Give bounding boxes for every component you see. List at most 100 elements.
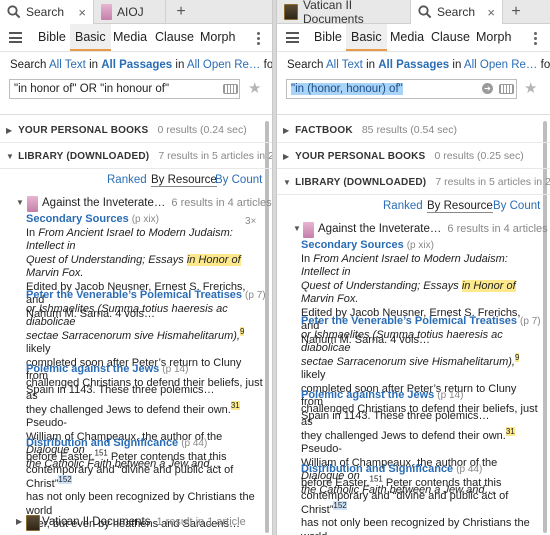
snippet-text: Peter contends that this bbox=[107, 450, 227, 463]
book-thumbnail-icon bbox=[303, 222, 314, 238]
snippet-text: before Easter. bbox=[26, 450, 95, 463]
snippet-text: 9 bbox=[239, 326, 245, 336]
tab-clause[interactable]: Clause bbox=[155, 24, 194, 51]
chevron-right-icon: ▶ bbox=[16, 517, 23, 526]
results-list[interactable]: ▶ YOUR PERSONAL BOOKS 0 results (0.24 se… bbox=[0, 117, 272, 535]
more-options-icon[interactable] bbox=[534, 32, 538, 47]
for-word: for bbox=[540, 59, 550, 71]
add-tab-button[interactable]: + bbox=[503, 0, 529, 24]
section-name: LIBRARY (DOWNLOADED) bbox=[18, 151, 150, 162]
tab-morph[interactable]: Morph bbox=[200, 24, 235, 51]
scope-all-passages[interactable]: All Passages bbox=[101, 59, 172, 71]
hit-page: (p 44) bbox=[181, 438, 208, 449]
star-icon[interactable]: ★ bbox=[524, 79, 537, 97]
hit-snippet-line: Quest of Understanding; Essays in Honor … bbox=[301, 279, 541, 307]
tab-label: Search bbox=[437, 5, 476, 19]
star-icon[interactable]: ★ bbox=[248, 79, 261, 97]
search-scope-line: Search All Text in All Passages in All O… bbox=[287, 59, 550, 71]
tab-bar: Vatican II Documents Search × + bbox=[277, 0, 550, 26]
close-icon[interactable]: × bbox=[78, 5, 86, 20]
book-thumbnail-icon bbox=[101, 4, 112, 20]
resource-group[interactable]: ▼ Against the Inveterate… 6 results in 4 … bbox=[0, 193, 272, 213]
right-pane: Vatican II Documents Search × + Bible Ba… bbox=[276, 0, 550, 535]
tab-media[interactable]: Media bbox=[113, 24, 147, 51]
snippet-text: 152 bbox=[333, 500, 347, 510]
section-name: LIBRARY (DOWNLOADED) bbox=[295, 177, 427, 188]
hit-snippet-line: Quest of Understanding; Essays in Honor … bbox=[26, 253, 266, 281]
tab-basic[interactable]: Basic bbox=[346, 24, 387, 51]
hits-container: Secondary Sources (p xix) In From Ancient … bbox=[277, 239, 550, 535]
group-count: 6 results in 4 articles bbox=[171, 197, 272, 209]
group-count: 1 result in 1 article bbox=[156, 516, 246, 528]
scope-all-text[interactable]: All Text bbox=[49, 59, 86, 71]
group-count: 6 results in 4 articles bbox=[447, 223, 548, 235]
scope-all-passages[interactable]: All Passages bbox=[378, 59, 449, 71]
hit-title-link[interactable]: Secondary Sources bbox=[26, 213, 129, 225]
results-list[interactable]: ▶ FACTBOOK 85 results (0.54 sec) ▶ YOUR … bbox=[277, 117, 550, 535]
sort-by-resource[interactable]: By Resource bbox=[151, 174, 217, 187]
section-personal-books[interactable]: ▶ YOUR PERSONAL BOOKS 0 results (0.25 se… bbox=[277, 143, 550, 169]
book-thumbnail-icon bbox=[27, 196, 38, 212]
hit-snippet-line: they challenged Jews to defend their own… bbox=[301, 426, 541, 457]
snippet-text: 151 bbox=[369, 473, 383, 483]
resource-group[interactable]: ▼ Against the Inveterate… 6 results in 4 … bbox=[277, 219, 550, 239]
hit-page: (p xix) bbox=[131, 214, 159, 225]
keyboard-icon[interactable] bbox=[499, 84, 514, 94]
resource-group[interactable]: ▶ Vatican II Documents 1 result in 1 arti… bbox=[0, 512, 260, 532]
close-icon[interactable]: × bbox=[487, 5, 495, 20]
chevron-right-icon: ▶ bbox=[6, 126, 13, 135]
section-library[interactable]: ▼ LIBRARY (DOWNLOADED) 7 results in 5 ar… bbox=[277, 169, 550, 195]
snippet-text: From Ancient Israel to Modern Judaism: I… bbox=[301, 252, 508, 279]
hit-snippet-line: challenged Christians to defend their be… bbox=[301, 403, 541, 430]
tab-bible[interactable]: Bible bbox=[314, 24, 342, 51]
section-personal-books[interactable]: ▶ YOUR PERSONAL BOOKS 0 results (0.24 se… bbox=[0, 117, 272, 143]
tab-search[interactable]: Search × bbox=[0, 0, 94, 24]
go-arrow-icon[interactable]: ➔ bbox=[482, 83, 493, 94]
hit-snippet-line: before Easter.151 Peter contends that th… bbox=[301, 473, 541, 491]
scope-collection[interactable]: All Open Re… bbox=[464, 59, 538, 71]
tab-aioj[interactable]: AIOJ bbox=[94, 0, 166, 24]
more-options-icon[interactable] bbox=[257, 32, 261, 47]
snippet-text: From Ancient Israel to Modern Judaism: I… bbox=[26, 226, 233, 253]
tab-vatican-ii[interactable]: Vatican II Documents bbox=[277, 0, 411, 26]
snippet-text: they challenged Jews to defend their own… bbox=[26, 403, 231, 416]
hit-title-link[interactable]: Secondary Sources bbox=[301, 239, 404, 251]
tab-clause[interactable]: Clause bbox=[431, 24, 470, 51]
hit-page: (p 7) bbox=[245, 290, 266, 301]
sort-ranked[interactable]: Ranked bbox=[383, 200, 423, 212]
section-name: YOUR PERSONAL BOOKS bbox=[295, 151, 426, 162]
add-tab-button[interactable]: + bbox=[168, 0, 194, 24]
hit-title-link[interactable]: Peter the Venerable’s Polemical Treatise… bbox=[301, 315, 517, 327]
in-word: in bbox=[366, 59, 376, 71]
sort-ranked[interactable]: Ranked bbox=[107, 174, 147, 186]
search-hit[interactable]: Distribution and Significance (p 44) befor… bbox=[301, 463, 541, 535]
keyboard-icon[interactable] bbox=[223, 84, 238, 94]
scope-collection[interactable]: All Open Re… bbox=[187, 59, 261, 71]
tab-media[interactable]: Media bbox=[390, 24, 424, 51]
scope-all-text[interactable]: All Text bbox=[326, 59, 363, 71]
tab-bible[interactable]: Bible bbox=[38, 24, 66, 51]
section-count: 85 results (0.54 sec) bbox=[361, 124, 457, 136]
section-library[interactable]: ▼ LIBRARY (DOWNLOADED) 7 results in 5 ar… bbox=[0, 143, 272, 169]
search-input[interactable]: "in honor of" OR "in honour of" bbox=[9, 79, 240, 99]
snippet-text: before Easter. bbox=[301, 476, 370, 489]
sort-by-resource[interactable]: By Resource bbox=[427, 200, 493, 213]
sort-by-count[interactable]: By Count bbox=[215, 174, 262, 186]
section-factbook[interactable]: ▶ FACTBOOK 85 results (0.54 sec) bbox=[277, 117, 550, 143]
menu-icon[interactable] bbox=[9, 32, 22, 43]
hit-snippet-line: challenged Christians to defend their be… bbox=[26, 377, 266, 404]
snippet-text: likely bbox=[301, 369, 326, 381]
snippet-text: 31 bbox=[230, 400, 240, 410]
sort-by-count[interactable]: By Count bbox=[493, 200, 540, 212]
hit-title-link[interactable]: Polemic against the Jews bbox=[26, 363, 159, 375]
snippet-text: or Ishmaelites (Summa totius haeresis ac… bbox=[26, 302, 228, 329]
tab-morph[interactable]: Morph bbox=[476, 24, 511, 51]
snippet-text: has not only been recognized by Christia… bbox=[301, 517, 530, 535]
hit-title-link[interactable]: Peter the Venerable’s Polemical Treatise… bbox=[26, 289, 242, 301]
hit-snippet-line: or Ishmaelites (Summa totius haeresis ac… bbox=[26, 303, 266, 330]
tab-basic[interactable]: Basic bbox=[70, 24, 111, 51]
tab-search[interactable]: Search × bbox=[411, 0, 503, 24]
snippet-text: Marvin Fox. bbox=[301, 293, 359, 305]
hit-title-link[interactable]: Polemic against the Jews bbox=[301, 389, 434, 401]
menu-icon[interactable] bbox=[286, 32, 299, 43]
